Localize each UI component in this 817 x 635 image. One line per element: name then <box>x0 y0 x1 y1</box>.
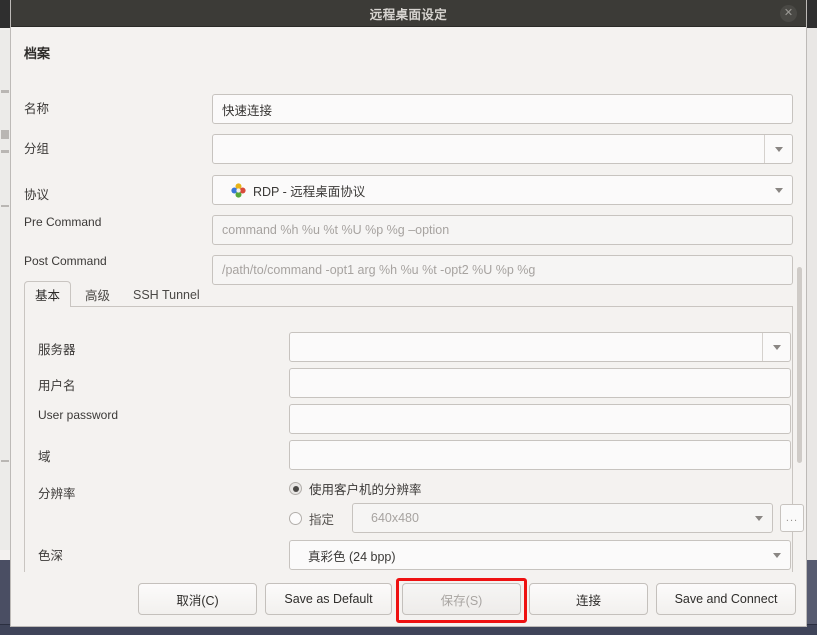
label-user-password: User password <box>38 408 119 422</box>
password-input[interactable] <box>289 404 791 434</box>
protocol-combobox-value: RDP - 远程桌面协议 <box>253 184 366 199</box>
connect-button[interactable]: 连接 <box>529 583 648 615</box>
tab-ssh-tunnel[interactable]: SSH Tunnel <box>122 281 211 308</box>
label-name: 名称 <box>24 102 50 116</box>
color-depth-combobox-value: 真彩色 (24 bpp) <box>308 549 396 564</box>
label-post-command: Post Command <box>24 254 107 268</box>
chevron-down-icon[interactable] <box>766 176 792 204</box>
save-and-connect-button[interactable]: Save and Connect <box>656 583 796 615</box>
name-input[interactable]: 快速连接 <box>212 94 793 124</box>
resolution-combobox[interactable]: 640x480 <box>352 503 773 533</box>
radio-custom-resolution[interactable]: 指定 <box>289 509 334 528</box>
label-protocol: 协议 <box>24 188 50 202</box>
remote-desktop-preference-dialog: 远程桌面设定 ✕ 档案 名称 快速连接 分组 协议 RDP - 远程桌面协议 P… <box>11 0 806 626</box>
radio-use-client-resolution-label: 使用客户机的分辨率 <box>309 483 422 497</box>
window-title: 远程桌面设定 <box>369 7 448 22</box>
tabstrip: 基本 高级 SSH Tunnel <box>24 281 793 308</box>
protocol-combobox[interactable]: RDP - 远程桌面协议 <box>212 175 793 205</box>
save-button[interactable]: 保存(S) <box>402 583 521 615</box>
profile-section-title: 档案 <box>24 46 51 61</box>
resolution-browse-button[interactable]: ... <box>780 504 804 532</box>
cancel-button[interactable]: 取消(C) <box>138 583 257 615</box>
dialog-content: 档案 名称 快速连接 分组 协议 RDP - 远程桌面协议 Pre Comman… <box>11 27 806 626</box>
post-command-placeholder: /path/to/command -opt1 arg %h %u %t -opt… <box>222 263 536 277</box>
server-combobox[interactable] <box>289 332 791 362</box>
username-input[interactable] <box>289 368 791 398</box>
chevron-down-icon[interactable] <box>746 504 772 532</box>
chevron-down-icon[interactable] <box>762 333 790 361</box>
rdp-clover-icon <box>231 182 246 198</box>
resolution-combobox-value: 640x480 <box>371 511 419 525</box>
chevron-down-icon[interactable] <box>764 135 792 163</box>
save-as-default-button[interactable]: Save as Default <box>265 583 392 615</box>
radio-custom-resolution-label: 指定 <box>309 513 335 527</box>
label-group: 分组 <box>24 142 50 156</box>
radio-use-client-resolution[interactable]: 使用客户机的分辨率 <box>289 479 422 498</box>
label-domain: 域 <box>38 450 51 464</box>
background-window-edge <box>0 30 10 550</box>
domain-input[interactable] <box>289 440 791 470</box>
close-icon[interactable]: ✕ <box>780 5 797 22</box>
name-input-value: 快速连接 <box>222 103 273 118</box>
tab-advanced[interactable]: 高级 <box>74 281 121 308</box>
window-titlebar: 远程桌面设定 ✕ <box>11 0 806 27</box>
tab-basic[interactable]: 基本 <box>24 281 72 308</box>
radio-indicator-off <box>289 512 302 525</box>
vertical-scrollbar[interactable] <box>797 267 802 463</box>
label-pre-command: Pre Command <box>24 215 102 229</box>
label-resolution: 分辨率 <box>38 487 76 501</box>
label-server: 服务器 <box>38 343 76 357</box>
group-combobox[interactable] <box>212 134 793 164</box>
dialog-footer: 取消(C) Save as Default 保存(S) 连接 Save and … <box>11 572 806 626</box>
pre-command-placeholder: command %h %u %t %U %p %g –option <box>222 223 450 237</box>
basic-tab-panel: 服务器 用户名 User password 域 分辨率 使用客户机的分辨率 指定… <box>24 307 804 599</box>
desktop-background-right <box>806 0 817 635</box>
pre-command-input[interactable]: command %h %u %t %U %p %g –option <box>212 215 793 245</box>
label-username: 用户名 <box>38 379 76 393</box>
radio-indicator-on <box>289 482 302 495</box>
label-color-depth: 色深 <box>38 549 64 563</box>
color-depth-combobox[interactable]: 真彩色 (24 bpp) <box>289 540 791 570</box>
chevron-down-icon[interactable] <box>764 541 790 569</box>
